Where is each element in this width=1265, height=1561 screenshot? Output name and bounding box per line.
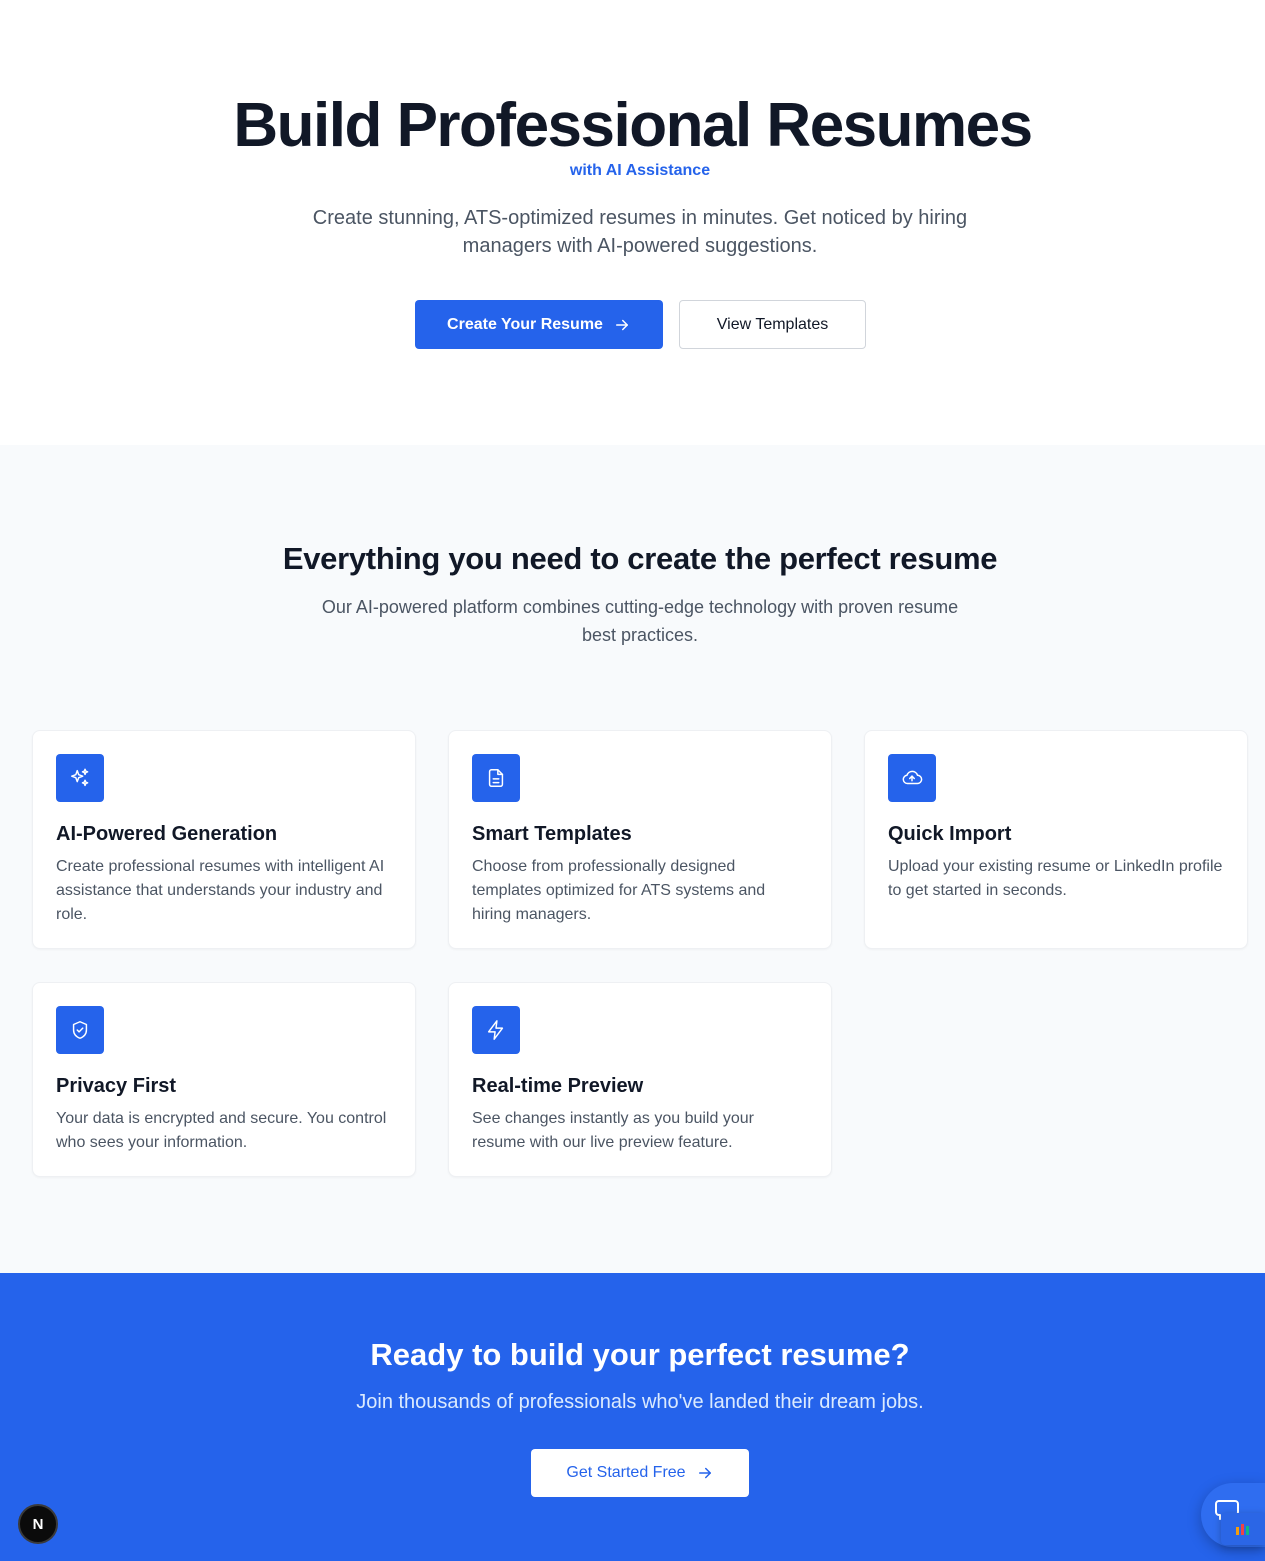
feature-card-ai-generation: AI-Powered Generation Create professiona… bbox=[32, 730, 416, 949]
feature-title: Real-time Preview bbox=[472, 1075, 644, 1097]
cta-title: Ready to build your perfect resume? bbox=[370, 1337, 910, 1372]
sparkles-icon bbox=[56, 754, 104, 802]
arrow-right-icon bbox=[615, 319, 628, 330]
view-templates-label: View Templates bbox=[716, 315, 829, 333]
create-resume-label: Create Your Resume bbox=[447, 315, 603, 333]
feature-title: Smart Templates bbox=[472, 823, 632, 845]
chart-icon bbox=[1236, 1524, 1249, 1535]
hero-subtitle: with AI Assistance bbox=[569, 162, 711, 179]
cta-section: Ready to build your perfect resume? Join… bbox=[0, 1273, 1265, 1561]
hero-title: Build Professional Resumes bbox=[233, 91, 1033, 160]
create-resume-button[interactable]: Create Your Resume bbox=[415, 300, 663, 349]
get-started-label: Get Started Free bbox=[566, 1464, 686, 1481]
feature-title: Privacy First bbox=[56, 1075, 177, 1097]
hero-section: Build Professional Resumes with AI Assis… bbox=[0, 0, 1265, 445]
features-description: Our AI-powered platform combines cutting… bbox=[321, 597, 959, 645]
feature-card-smart-templates: Smart Templates Choose from professional… bbox=[448, 730, 832, 949]
feature-card-privacy: Privacy First Your data is encrypted and… bbox=[32, 982, 416, 1177]
hero-description: Create stunning, ATS-optimized resumes i… bbox=[312, 207, 968, 257]
feature-title: Quick Import bbox=[888, 823, 1012, 845]
feature-title: AI-Powered Generation bbox=[56, 823, 278, 845]
chart-widget-button[interactable] bbox=[1221, 1513, 1265, 1545]
feature-card-preview: Real-time Preview See changes instantly … bbox=[448, 982, 832, 1177]
features-title: Everything you need to create the perfec… bbox=[282, 541, 998, 576]
feature-text: Your data is encrypted and secure. You c… bbox=[56, 1110, 387, 1151]
features-section: Everything you need to create the perfec… bbox=[0, 445, 1265, 1273]
document-icon bbox=[472, 754, 520, 802]
feature-text: Choose from professionally designed temp… bbox=[472, 858, 766, 923]
feature-text: See changes instantly as you build your … bbox=[472, 1110, 754, 1151]
framework-badge[interactable]: N bbox=[18, 1504, 58, 1544]
feature-text: Create professional resumes with intelli… bbox=[56, 858, 385, 923]
cta-description: Join thousands of professionals who've l… bbox=[356, 1391, 924, 1413]
cloud-upload-icon bbox=[888, 754, 936, 802]
get-started-button[interactable]: Get Started Free bbox=[531, 1449, 749, 1497]
lightning-icon bbox=[472, 1006, 520, 1054]
view-templates-button[interactable]: View Templates bbox=[679, 300, 866, 349]
arrow-right-icon bbox=[698, 1467, 711, 1479]
feature-card-quick-import: Quick Import Upload your existing resume… bbox=[864, 730, 1248, 949]
feature-text: Upload your existing resume or LinkedIn … bbox=[888, 858, 1223, 899]
shield-check-icon bbox=[56, 1006, 104, 1054]
hero-actions: Create Your Resume View Templates bbox=[415, 300, 866, 349]
